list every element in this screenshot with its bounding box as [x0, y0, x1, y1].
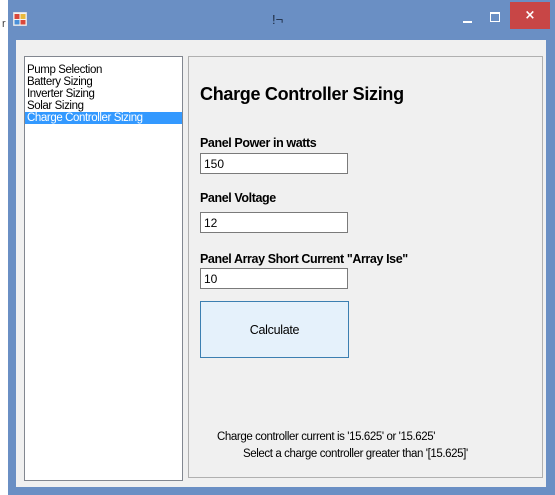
nav-item-charge-controller-sizing[interactable]: Charge Controller Sizing	[25, 112, 182, 124]
result-recommendation-text: Select a charge controller greater than …	[243, 448, 468, 460]
panel-title: Charge Controller Sizing	[200, 84, 404, 104]
nav-item-solar-sizing[interactable]: Solar Sizing	[25, 100, 182, 112]
short-current-input[interactable]	[200, 268, 348, 289]
short-current-label: Panel Array Short Current "Array Ise"	[200, 252, 408, 266]
minimize-icon[interactable]	[458, 8, 478, 28]
maximize-icon[interactable]	[486, 8, 506, 28]
nav-item-inverter-sizing[interactable]: Inverter Sizing	[25, 88, 182, 100]
panel-power-label: Panel Power in watts	[200, 136, 317, 150]
window-title: !¬	[272, 12, 284, 27]
title-bar[interactable]: !¬ ×	[8, 0, 555, 40]
panel-voltage-label: Panel Voltage	[200, 191, 276, 205]
app-window-icon[interactable]	[12, 11, 28, 27]
calculate-button[interactable]: Calculate	[200, 301, 349, 358]
nav-item-battery-sizing[interactable]: Battery Sizing	[25, 76, 182, 88]
form-client-area: Pump Selection Battery Sizing Inverter S…	[16, 40, 546, 487]
panel-voltage-input[interactable]	[200, 212, 348, 233]
nav-item-pump-selection[interactable]: Pump Selection	[25, 64, 182, 76]
close-icon[interactable]: ×	[510, 2, 550, 29]
app-window: !¬ × Pump Selection Battery Sizing Inver…	[8, 0, 555, 495]
stray-mark: r	[2, 18, 6, 30]
panel-power-input[interactable]	[200, 153, 348, 174]
charge-controller-panel: Charge Controller Sizing Panel Power in …	[188, 56, 543, 478]
result-current-text: Charge controller current is '15.625' or…	[217, 431, 436, 443]
navigation-list[interactable]: Pump Selection Battery Sizing Inverter S…	[24, 56, 183, 481]
